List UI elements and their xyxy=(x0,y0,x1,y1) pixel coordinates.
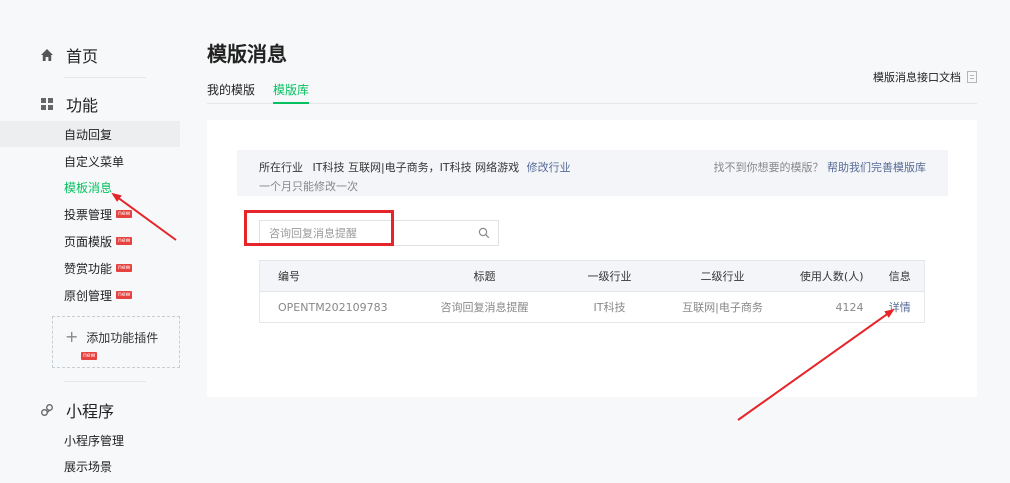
table-header-row: 编号 标题 一级行业 二级行业 使用人数(人) 信息 xyxy=(259,260,925,292)
sidebar-item-original-manage[interactable]: 原创管理 new xyxy=(0,282,180,308)
industry-prefix: 所在行业 xyxy=(259,161,303,174)
sidebar-item-label: 自定义菜单 xyxy=(64,154,125,169)
add-plugin-button[interactable]: + 添加功能插件 new xyxy=(52,316,180,368)
tab-my-templates[interactable]: 我的模版 xyxy=(207,81,255,98)
details-link[interactable]: 详情 xyxy=(875,291,925,323)
template-api-doc-link[interactable]: 模版消息接口文档 xyxy=(873,69,977,85)
plus-icon: + xyxy=(65,327,79,346)
help-question: 找不到你想要的模版？ xyxy=(713,161,824,174)
modify-industry-link[interactable]: 修改行业 xyxy=(527,161,571,174)
search-icon[interactable] xyxy=(478,227,490,239)
sidebar-item-label: 自动回复 xyxy=(64,127,113,142)
template-search-box xyxy=(259,220,499,246)
new-badge: new xyxy=(116,264,133,272)
sidebar-home-label: 首页 xyxy=(66,47,99,66)
sidebar-item-label: 赞赏功能 xyxy=(64,261,113,276)
sidebar-item-label: 小程序管理 xyxy=(64,433,125,448)
sidebar-item-auto-reply[interactable]: 自动回复 xyxy=(0,121,180,147)
cell-industry2: 互联网|电子商务 xyxy=(659,291,786,323)
sidebar-item-reward[interactable]: 赞赏功能 new xyxy=(0,255,180,281)
grid-icon xyxy=(40,97,54,111)
sidebar-divider xyxy=(64,77,146,78)
home-icon xyxy=(40,48,54,62)
sidebar-group-function: 功能 xyxy=(40,92,98,116)
sidebar-item-label: 原创管理 xyxy=(64,288,113,303)
sidebar-item-custom-menu[interactable]: 自定义菜单 xyxy=(0,148,180,174)
doc-link-label: 模版消息接口文档 xyxy=(873,71,961,84)
column-header-id: 编号 xyxy=(259,260,410,292)
sidebar-item-label: 展示场景 xyxy=(64,459,113,474)
sidebar-divider xyxy=(64,381,146,382)
sidebar-item-display-scene[interactable]: 展示场景 xyxy=(0,453,180,479)
sidebar-group-miniprogram: 小程序 xyxy=(40,398,114,422)
document-icon xyxy=(967,71,977,83)
column-header-info: 信息 xyxy=(875,260,925,292)
sidebar-item-page-template[interactable]: 页面模版 new xyxy=(0,228,180,254)
new-badge: new xyxy=(116,291,133,299)
sidebar-item-label: 模板消息 xyxy=(64,180,113,195)
sidebar: 首页 功能 自动回复 自定义菜单 模板消息 投票管理 new 页面模版 new … xyxy=(0,0,180,483)
sidebar-item-template-message[interactable]: 模板消息 xyxy=(0,174,180,200)
help-text: 找不到你想要的模版？ 帮助我们完善模版库 xyxy=(714,159,927,175)
column-header-industry2: 二级行业 xyxy=(659,260,786,292)
add-plugin-label: 添加功能插件 xyxy=(86,331,159,345)
template-table: 编号 标题 一级行业 二级行业 使用人数(人) 信息 OPENTM2021097… xyxy=(259,260,925,323)
tab-bar: 我的模版 模版库 xyxy=(207,76,977,104)
sidebar-group-function-label: 功能 xyxy=(66,96,99,115)
column-header-title: 标题 xyxy=(409,260,560,292)
template-search-input[interactable] xyxy=(260,221,470,245)
new-badge: new xyxy=(116,237,133,245)
sidebar-item-miniprogram-manage[interactable]: 小程序管理 xyxy=(0,427,180,453)
page-title: 模版消息 xyxy=(207,42,287,66)
sidebar-group-miniprogram-label: 小程序 xyxy=(66,402,115,421)
cell-industry1: IT科技 xyxy=(559,291,660,323)
sidebar-item-vote-manage[interactable]: 投票管理 new xyxy=(0,201,180,227)
sidebar-item-label: 投票管理 xyxy=(64,207,113,222)
industry-value: IT科技 互联网|电子商务，IT科技 网络游戏 xyxy=(312,161,520,174)
column-header-users: 使用人数(人) xyxy=(785,260,876,292)
tab-template-library[interactable]: 模版库 xyxy=(273,81,310,104)
link-icon xyxy=(40,403,54,417)
industry-note: 一个月只能修改一次 xyxy=(259,180,358,193)
improve-library-link[interactable]: 帮助我们完善模版库 xyxy=(827,161,926,174)
sidebar-home[interactable]: 首页 xyxy=(40,43,98,67)
cell-id: OPENTM202109783 xyxy=(259,291,410,323)
column-header-industry1: 一级行业 xyxy=(559,260,660,292)
sidebar-item-label: 页面模版 xyxy=(64,234,113,249)
new-badge: new xyxy=(81,352,98,360)
new-badge: new xyxy=(116,210,133,218)
table-row: OPENTM202109783 咨询回复消息提醒 IT科技 互联网|电子商务 4… xyxy=(259,291,925,323)
industry-info-bar: 所在行业 IT科技 互联网|电子商务，IT科技 网络游戏 修改行业 一个月只能修… xyxy=(237,150,948,196)
cell-users: 4124 xyxy=(785,291,876,323)
cell-title: 咨询回复消息提醒 xyxy=(409,291,560,323)
template-library-panel: 所在行业 IT科技 互联网|电子商务，IT科技 网络游戏 修改行业 一个月只能修… xyxy=(207,120,977,397)
